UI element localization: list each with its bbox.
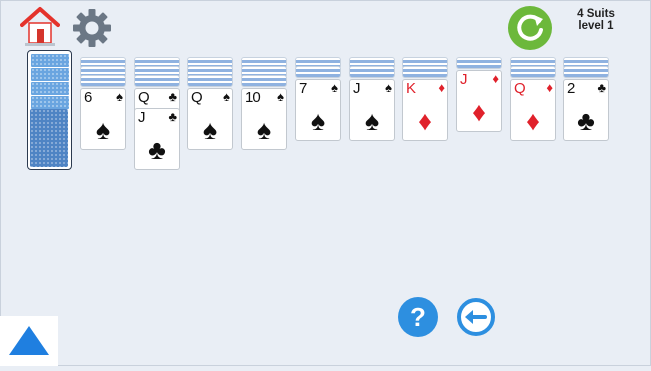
card-suit-icon: ♠ bbox=[223, 89, 230, 104]
help-button[interactable]: ? bbox=[398, 297, 438, 337]
card-center-suit-icon: ♠ bbox=[202, 115, 218, 145]
card-back bbox=[30, 109, 68, 167]
card-suit-icon: ♠ bbox=[277, 89, 284, 104]
triangle-up-icon bbox=[9, 326, 49, 355]
menu-button[interactable] bbox=[0, 316, 58, 366]
playing-card[interactable]: J ♦ ♦ bbox=[456, 70, 502, 132]
face-down-card bbox=[134, 75, 180, 87]
card-back bbox=[30, 81, 70, 96]
face-down-card bbox=[241, 75, 287, 87]
suits-label: 4 Suits bbox=[577, 8, 615, 20]
gear-icon bbox=[73, 9, 111, 47]
card-rank: 7 bbox=[299, 80, 307, 97]
question-icon: ? bbox=[410, 302, 426, 332]
card-suit-icon: ♣ bbox=[168, 109, 177, 124]
card-rank: J bbox=[138, 109, 145, 126]
playing-card[interactable]: 2 ♣ ♣ bbox=[563, 79, 609, 141]
home-button[interactable] bbox=[20, 6, 60, 48]
card-center-suit-icon: ♣ bbox=[577, 106, 595, 136]
card-center-suit-icon: ♣ bbox=[148, 135, 166, 165]
card-rank: Q bbox=[138, 89, 150, 106]
card-rank: 2 bbox=[567, 80, 575, 97]
face-down-card bbox=[456, 57, 502, 69]
face-down-card bbox=[80, 75, 126, 87]
card-rank: J bbox=[353, 80, 360, 97]
playing-card[interactable]: 7 ♠ ♠ bbox=[295, 79, 341, 141]
card-rank: 10 bbox=[245, 89, 261, 106]
undo-button[interactable] bbox=[456, 297, 496, 337]
face-down-card bbox=[295, 66, 341, 78]
back-arrow-icon bbox=[457, 298, 495, 336]
card-back bbox=[30, 67, 70, 82]
card-center-suit-icon: ♠ bbox=[364, 106, 380, 136]
card-center-suit-icon: ♠ bbox=[95, 115, 111, 145]
level-label: level 1 bbox=[578, 20, 614, 32]
card-center-suit-icon: ♦ bbox=[418, 106, 432, 136]
card-rank: 6 bbox=[84, 89, 92, 106]
card-center-suit-icon: ♠ bbox=[256, 115, 272, 145]
playing-card[interactable]: Q ♦ ♦ bbox=[510, 79, 556, 141]
settings-button[interactable] bbox=[72, 8, 112, 48]
card-suit-icon: ♦ bbox=[492, 71, 499, 86]
card-rank: K bbox=[406, 80, 416, 97]
face-down-card bbox=[349, 66, 395, 78]
card-center-suit-icon: ♦ bbox=[472, 97, 486, 127]
playing-card[interactable]: Q ♠ ♠ bbox=[187, 88, 233, 150]
face-down-card bbox=[187, 75, 233, 87]
restart-button[interactable] bbox=[508, 6, 552, 50]
face-down-card bbox=[563, 66, 609, 78]
card-center-suit-icon: ♠ bbox=[310, 106, 326, 136]
card-back bbox=[30, 53, 70, 68]
stock-pile[interactable] bbox=[27, 50, 72, 170]
playing-card[interactable]: J ♣ ♣ bbox=[134, 108, 180, 170]
card-suit-icon: ♠ bbox=[385, 80, 392, 95]
reload-icon bbox=[517, 14, 543, 41]
card-suit-icon: ♣ bbox=[597, 80, 606, 95]
card-rank: Q bbox=[191, 89, 203, 106]
playing-card[interactable]: K ♦ ♦ bbox=[402, 79, 448, 141]
card-suit-icon: ♣ bbox=[168, 89, 177, 104]
home-icon bbox=[20, 7, 60, 46]
face-down-card bbox=[510, 66, 556, 78]
card-suit-icon: ♠ bbox=[331, 80, 338, 95]
playing-card[interactable]: J ♠ ♠ bbox=[349, 79, 395, 141]
window-frame bbox=[0, 0, 651, 366]
playing-card[interactable]: 6 ♠ ♠ bbox=[80, 88, 126, 150]
card-back bbox=[30, 95, 70, 110]
playing-card[interactable]: 10 ♠ ♠ bbox=[241, 88, 287, 150]
card-rank: J bbox=[460, 71, 467, 88]
game-status: 4 Suits level 1 bbox=[566, 8, 626, 32]
card-suit-icon: ♠ bbox=[116, 89, 123, 104]
face-down-card bbox=[402, 66, 448, 78]
card-suit-icon: ♦ bbox=[438, 80, 445, 95]
card-center-suit-icon: ♦ bbox=[526, 106, 540, 136]
card-suit-icon: ♦ bbox=[546, 80, 553, 95]
card-rank: Q bbox=[514, 80, 526, 97]
